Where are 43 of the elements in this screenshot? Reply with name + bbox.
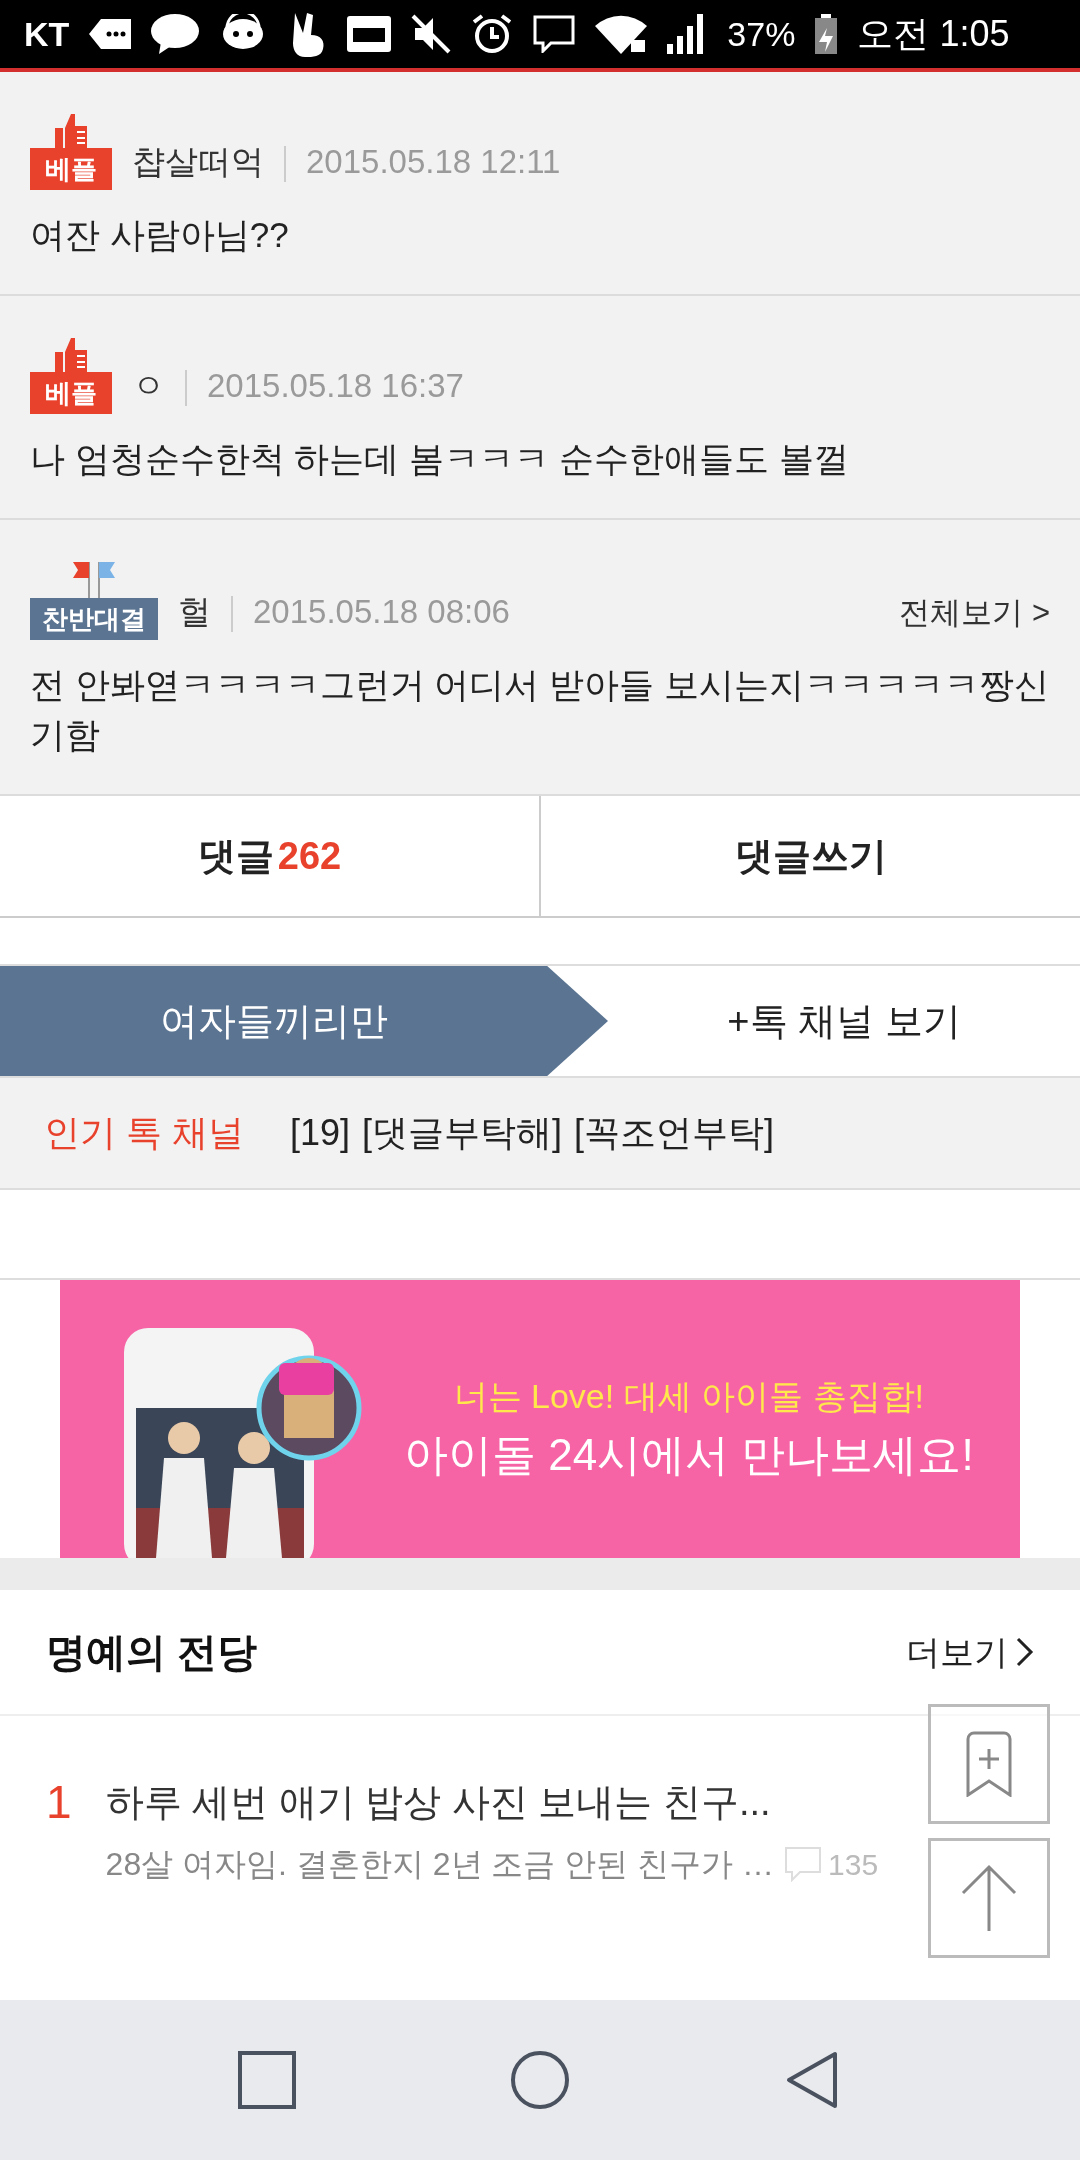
recent-apps-icon[interactable]: [236, 2050, 297, 2110]
chevron-right-icon: [1016, 1637, 1034, 1667]
comment-icon: [784, 1846, 823, 1882]
popular-channels-label: 인기 톡 채널: [44, 1111, 244, 1155]
comment-author: 헐: [178, 591, 211, 632]
comment-text: 나 엄청순수한척 하는데 봄ㅋㅋㅋ 순수한애들도 볼껄: [30, 438, 850, 480]
section-title: 명예의 전당: [46, 1629, 258, 1676]
alarm-icon: [471, 13, 514, 55]
battery-percent: 37%: [727, 13, 796, 55]
clock-time: 오전 1:05: [857, 12, 1010, 56]
more-link[interactable]: 더보기: [906, 1626, 1034, 1678]
popular-channel-link[interactable]: [꼭조언부탁]: [574, 1106, 775, 1160]
view-all-link[interactable]: 전체보기 >: [899, 589, 1050, 640]
debate-badge: 찬반대결: [30, 598, 158, 640]
comment-author: ㅇ: [132, 365, 165, 406]
mute-icon: [411, 14, 452, 54]
channel-tab[interactable]: 여자들끼리만: [0, 966, 608, 1076]
comment-text: 여잔 사람아님??: [30, 214, 290, 256]
ad-tagline: 너는 Love! 대세 아이돌 총집합!: [453, 1375, 924, 1417]
comment-count: 135: [828, 1846, 879, 1883]
post-preview: 28살 여자임. 결혼한지 2년 조금 안된 친구가 …: [105, 1845, 775, 1884]
comment-text: 전 안봐엳ㅋㅋㅋㅋ그런거 어디서 받아들 보시는지ㅋㅋㅋㅋㅋ짱신기함: [30, 664, 1050, 756]
wifi-icon: [595, 14, 648, 54]
bookmark-plus-icon: [964, 1731, 1014, 1797]
battery-charging-icon: [815, 14, 838, 54]
message-icon: [89, 19, 132, 49]
carrier-label: KT: [24, 13, 70, 55]
ad-headline: 아이돌 24시에서 만나보세요!: [404, 1428, 974, 1481]
popular-channel-link[interactable]: [댓글부탁해]: [362, 1106, 563, 1160]
home-icon[interactable]: [510, 2050, 570, 2110]
post-title[interactable]: 하루 세번 애기 밥상 사진 보내는 친구...: [105, 1772, 879, 1832]
rank-number: 1: [46, 1775, 72, 1830]
comment-date: 2015.05.18 12:11: [306, 141, 561, 182]
comment-author: 챱살떠억: [132, 141, 264, 182]
comment-date: 2015.05.18 16:37: [207, 365, 464, 406]
arrow-up-icon: [959, 1863, 1019, 1933]
comment-date: 2015.05.18 08:06: [253, 591, 510, 632]
chat-bubble-icon: [151, 14, 200, 54]
best-comment-badge: 베플: [30, 148, 112, 190]
nfc-icon: [347, 16, 392, 52]
best-comment-badge: 베플: [30, 372, 112, 414]
bookmark-add-button[interactable]: [928, 1704, 1050, 1824]
popular-channel-link[interactable]: [19]: [290, 1106, 351, 1160]
